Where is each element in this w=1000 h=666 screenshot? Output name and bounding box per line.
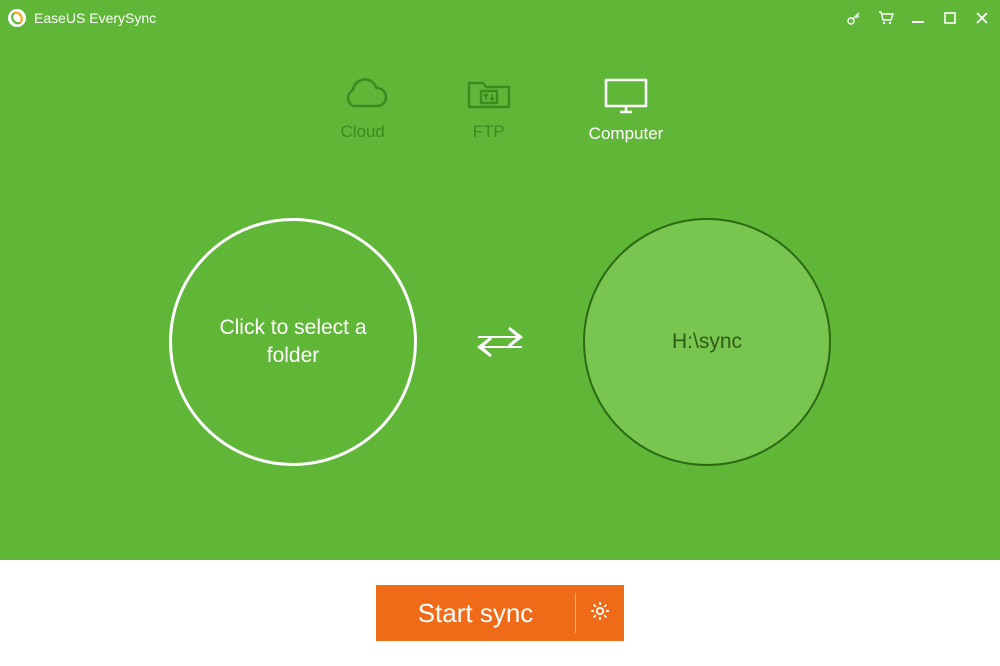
target-folder-selector[interactable]: H:\sync: [583, 218, 831, 466]
main-panel: Cloud FTP C: [0, 36, 1000, 560]
tab-cloud[interactable]: Cloud: [337, 76, 389, 144]
tab-computer[interactable]: Computer: [589, 76, 664, 144]
sync-options-button[interactable]: [576, 585, 624, 641]
title-bar: EaseUS EverySync: [0, 0, 1000, 36]
tab-computer-label: Computer: [589, 124, 664, 144]
tab-cloud-label: Cloud: [340, 122, 384, 142]
cart-icon[interactable]: [878, 10, 894, 26]
window-controls: [846, 10, 990, 26]
swap-arrows-icon: [472, 324, 528, 360]
start-sync-button[interactable]: Start sync: [376, 585, 625, 641]
tab-ftp-label: FTP: [473, 122, 505, 142]
close-icon[interactable]: [974, 10, 990, 26]
window-title: EaseUS EverySync: [34, 10, 156, 26]
source-placeholder: Click to select a folder: [202, 314, 384, 371]
source-folder-selector[interactable]: Click to select a folder: [169, 218, 417, 466]
destination-tabs: Cloud FTP C: [0, 36, 1000, 144]
start-sync-label: Start sync: [376, 585, 576, 641]
target-path: H:\sync: [672, 330, 742, 354]
gear-icon: [589, 600, 611, 627]
key-icon[interactable]: [846, 10, 862, 26]
folder-selection-row: Click to select a folder H:\sync: [0, 212, 1000, 472]
tab-ftp[interactable]: FTP: [463, 76, 515, 144]
footer: Start sync: [0, 560, 1000, 666]
swap-button[interactable]: [471, 322, 529, 362]
maximize-icon[interactable]: [942, 10, 958, 26]
minimize-icon[interactable]: [910, 10, 926, 26]
monitor-icon: [600, 76, 652, 116]
app-window: EaseUS EverySync: [0, 0, 1000, 666]
ftp-folder-icon: [463, 76, 515, 114]
app-logo-icon: [8, 9, 26, 27]
cloud-icon: [337, 76, 389, 114]
